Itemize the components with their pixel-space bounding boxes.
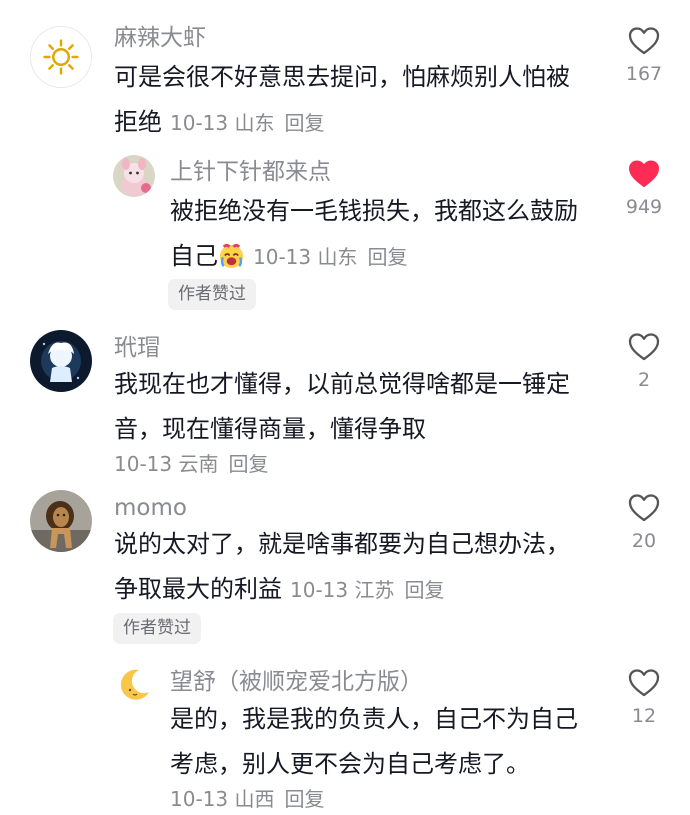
reply-button[interactable]: 回复 [404,578,444,602]
comment-text: 我现在也才懂得，以前总觉得啥都是一锤定 音，现在懂得商量，懂得争取 [114,362,570,452]
lion-avatar [30,490,92,552]
comment-meta-row: 10-13 山西 回复 [170,785,324,813]
avatar[interactable] [113,664,155,706]
sun-icon [31,27,91,87]
heart-outline-icon [628,494,660,522]
comment-username[interactable]: 麻辣大虾 [114,24,206,52]
comment-meta: 10-13 山东 [170,111,275,135]
like-count: 20 [631,530,657,552]
reply-button[interactable]: 回复 [284,111,324,135]
comment-text-line: 我现在也才懂得，以前总觉得啥都是一锤定 [114,370,570,398]
author-liked-badge: 作者赞过 [168,279,256,310]
like-button[interactable]: 12 [614,668,674,727]
plush-toy-avatar [113,155,155,197]
comment-meta: 10-13 云南 [114,452,219,476]
comment-username[interactable]: 玳瑁 [114,334,160,362]
comment-username[interactable]: 望舒（被顺宠爱北方版） [170,668,423,696]
comment-text-line: 拒绝 10-13 山东 回复 [114,100,570,146]
avatar[interactable] [30,26,92,88]
like-button[interactable]: 2 [614,332,674,391]
author-liked-badge: 作者赞过 [113,613,201,644]
comment-meta: 10-13 山西 [170,787,275,811]
reply-button[interactable]: 回复 [367,245,407,269]
comment-text-line: 争取最大的利益 10-13 江苏 回复 [114,567,570,613]
comment-text: 可是会很不好意思去提问，怕麻烦别人怕被 拒绝 10-13 山东 回复 [114,55,570,146]
like-count: 12 [631,705,657,727]
comment-text-line: 说的太对了，就是啥事都要为自己想办法， [114,530,570,558]
comment-username[interactable]: 上针下针都来点 [170,158,331,186]
comment-meta-row: 10-13 云南 回复 [114,450,268,478]
avatar[interactable] [30,490,92,552]
comment-text-fragment: 争取最大的利益 [114,575,282,603]
like-button[interactable]: 20 [614,493,674,552]
comment-text-line: 是的，我是我的负责人，自己不为自己 [170,705,578,733]
heart-outline-icon [628,669,660,697]
comment-text-fragment: 拒绝 [114,108,162,136]
comment-text-line: 音，现在懂得商量，懂得争取 [114,415,426,443]
comment-text: 是的，我是我的负责人，自己不为自己 考虑，别人更不会为自己考虑了。 [170,697,578,787]
like-button[interactable]: 167 [614,26,674,85]
like-count: 167 [625,63,663,85]
heart-outline-icon [628,333,660,361]
heart-outline-icon [628,27,660,55]
like-button[interactable]: 949 [614,159,674,218]
comment-username[interactable]: momo [114,494,187,522]
comment-text-line: 考虑，别人更不会为自己考虑了。 [170,750,530,778]
like-count: 949 [625,196,663,218]
glowing-figure-avatar [30,330,92,392]
reply-button[interactable]: 回复 [284,787,324,811]
crying-face-emoji [219,243,244,269]
reply-button[interactable]: 回复 [228,452,268,476]
crescent-moon-avatar [113,664,155,706]
comment-text: 被拒绝没有一毛钱损失，我都这么鼓励 自己 10-13 山东 回复 [170,189,578,280]
avatar[interactable] [30,330,92,392]
heart-filled-icon [629,160,659,187]
comment-text-line: 被拒绝没有一毛钱损失，我都这么鼓励 [170,197,578,225]
like-count: 2 [637,369,651,391]
comment-text: 说的太对了，就是啥事都要为自己想办法， 争取最大的利益 10-13 江苏 回复 [114,522,570,613]
comment-meta: 10-13 山东 [253,245,358,269]
comment-text-fragment: 自己 [170,242,218,270]
avatar[interactable] [113,155,155,197]
comment-text-line: 可是会很不好意思去提问，怕麻烦别人怕被 [114,63,570,91]
comment-text-line: 自己 10-13 山东 回复 [170,234,578,280]
comment-meta: 10-13 江苏 [290,578,395,602]
